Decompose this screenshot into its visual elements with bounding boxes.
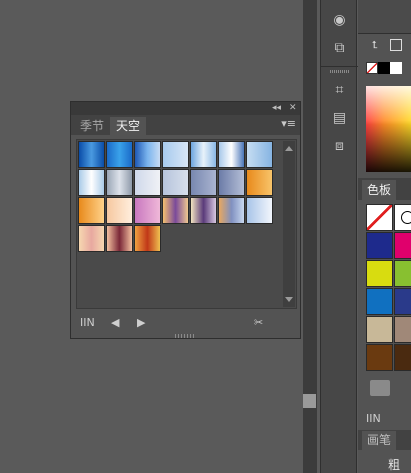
panel-title-bar[interactable]: ◂◂ ✕ (71, 102, 300, 115)
swatches-panel-tabs: 色板 (358, 178, 411, 200)
scroll-up-arrow-icon[interactable] (285, 146, 293, 151)
gradient-swatch[interactable] (78, 169, 105, 196)
color-swatch[interactable] (366, 232, 393, 259)
gradient-swatch[interactable] (134, 197, 161, 224)
swatch-library-menu-icon[interactable]: IIN (366, 412, 381, 425)
color-panel-header (358, 0, 411, 34)
gradient-swatch[interactable] (190, 169, 217, 196)
gradient-swatch[interactable] (106, 225, 133, 252)
gradient-swatch[interactable] (106, 141, 133, 168)
registration-swatch[interactable] (394, 204, 411, 231)
none-swatch[interactable] (366, 204, 393, 231)
panel-menu-icon[interactable]: ▾≡ (281, 117, 296, 130)
gradient-swatch[interactable] (134, 225, 161, 252)
color-swatch[interactable] (366, 288, 393, 315)
color-swatch[interactable] (394, 260, 411, 287)
gradient-swatch[interactable] (190, 141, 217, 168)
gradient-swatches-panel: ◂◂ ✕ 季节 天空 ▾≡ IIN ◀ ▶ ✂ (70, 101, 301, 339)
gradient-swatch[interactable] (246, 197, 273, 224)
tab-seasons[interactable]: 季节 (74, 117, 110, 135)
tool-strip: ◉ ⧉ ⌗ ▤ ⧈ (320, 0, 358, 473)
distribute-icon[interactable]: ▤ (331, 110, 348, 127)
gradient-swatch[interactable] (106, 197, 133, 224)
gradient-swatch[interactable] (246, 169, 273, 196)
scroll-down-arrow-icon[interactable] (285, 297, 293, 302)
resize-grip[interactable] (175, 334, 195, 338)
swatch-grid-area (76, 139, 297, 309)
appearance-icon[interactable]: ◉ (331, 12, 348, 29)
stroke-weight-label: 粗细 (388, 458, 401, 472)
color-spectrum[interactable] (366, 86, 411, 172)
tab-swatches[interactable]: 色板 (362, 180, 397, 200)
gradient-swatch[interactable] (162, 197, 189, 224)
gradient-swatch[interactable] (78, 197, 105, 224)
tab-brushes[interactable]: 画笔 (362, 431, 397, 450)
gradient-swatch[interactable] (218, 169, 245, 196)
grip-divider (330, 70, 349, 73)
previous-library-icon[interactable]: ◀ (111, 316, 119, 329)
close-icon[interactable]: ✕ (289, 102, 297, 115)
brushes-panel-tabs: 画笔 (358, 430, 411, 450)
color-swatch[interactable] (366, 316, 393, 343)
tab-sky[interactable]: 天空 (110, 117, 147, 135)
gradient-swatch[interactable] (106, 169, 133, 196)
panel-footer: IIN ◀ ▶ ✂ (71, 314, 300, 334)
collapse-icon[interactable]: ◂◂ (272, 102, 281, 115)
pathfinder-icon[interactable]: ⧈ (331, 138, 348, 155)
divider (321, 66, 358, 67)
transform-icon[interactable]: ⧉ (331, 40, 348, 57)
color-swatch[interactable] (394, 232, 411, 259)
color-swatch[interactable] (366, 344, 393, 371)
black-color-swatch[interactable] (378, 62, 390, 74)
none-color-icon[interactable] (366, 62, 378, 74)
color-swatch[interactable] (394, 288, 411, 315)
gradient-swatch[interactable] (134, 169, 161, 196)
color-swatch[interactable] (394, 344, 411, 371)
gradient-swatch[interactable] (162, 141, 189, 168)
white-color-swatch[interactable] (390, 62, 402, 74)
swatch-tool-icon[interactable]: ✂ (254, 316, 263, 329)
gradient-swatch[interactable] (218, 197, 245, 224)
panel-tabs: 季节 天空 ▾≡ (71, 115, 300, 135)
gradient-swatch[interactable] (218, 141, 245, 168)
right-dock: ⮤ 色板 IIN 画笔 粗细 (358, 0, 411, 473)
gradient-swatch[interactable] (246, 141, 273, 168)
fill-color-box[interactable] (390, 39, 402, 51)
dock-scroll-thumb[interactable] (303, 394, 316, 408)
gradient-swatch[interactable] (134, 141, 161, 168)
align-icon[interactable]: ⌗ (331, 82, 348, 99)
next-library-icon[interactable]: ▶ (137, 316, 145, 329)
color-swatch[interactable] (366, 260, 393, 287)
gradient-swatch[interactable] (190, 197, 217, 224)
vertical-scrollbar[interactable] (283, 141, 295, 307)
folder-icon[interactable] (370, 380, 390, 396)
color-swatch[interactable] (394, 316, 411, 343)
swatch-library-menu-icon[interactable]: IIN (80, 316, 95, 329)
gradient-swatch[interactable] (78, 141, 105, 168)
gradient-swatch[interactable] (78, 225, 105, 252)
color-panel: ⮤ (358, 34, 411, 176)
gradient-swatch[interactable] (162, 169, 189, 196)
swap-color-icon[interactable]: ⮤ (372, 40, 382, 51)
